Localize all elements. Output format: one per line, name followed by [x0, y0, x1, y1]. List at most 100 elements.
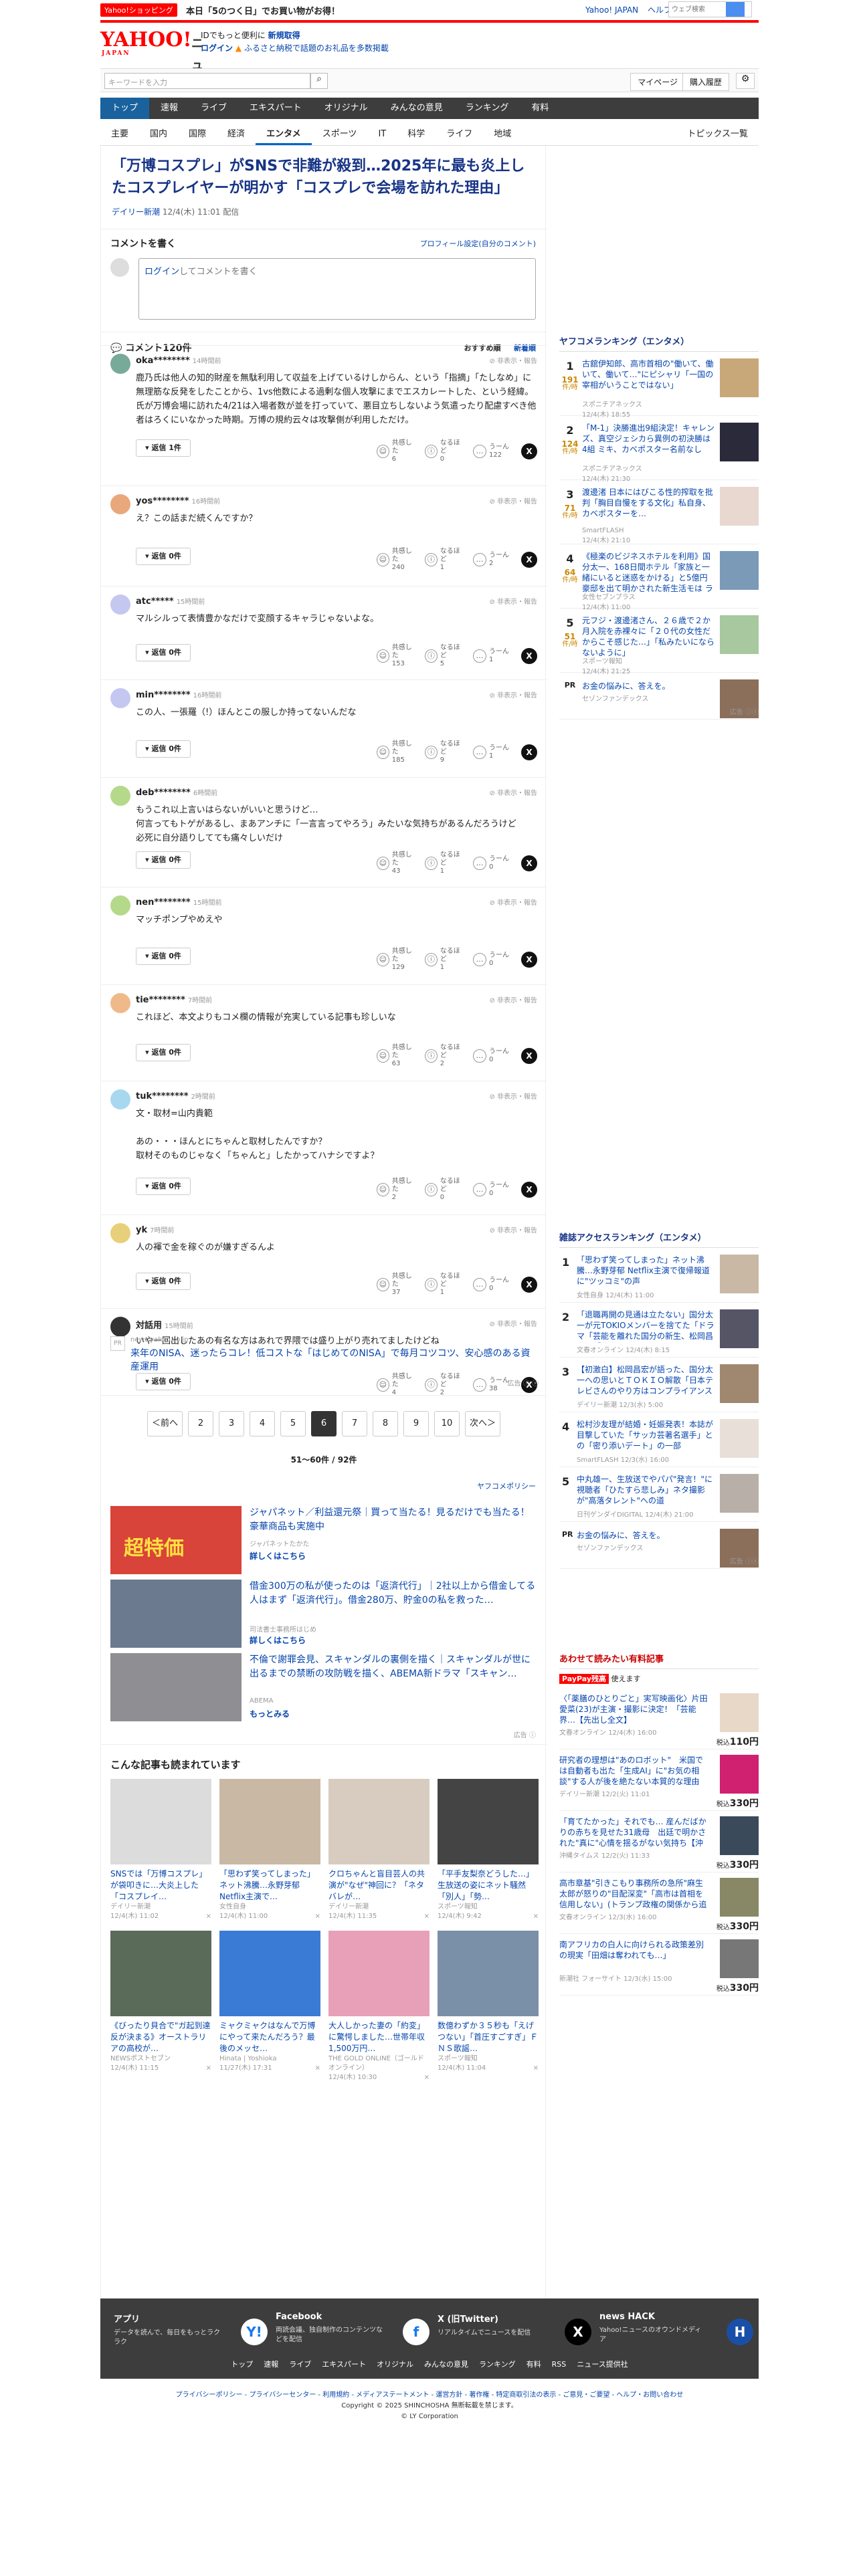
magazine-item[interactable]: 4 松村沙友理が結婚・妊娠発表！本誌が目撃していた「サッカ芸著名選手」との「密り…: [559, 1412, 759, 1467]
news-search-input[interactable]: キーワードを入力: [104, 73, 310, 89]
hide-report-link[interactable]: ⊘ 非表示・報告: [489, 496, 537, 506]
ad-row[interactable]: 不倫で謝罪会見、スキャンダルの裏側を描く｜スキャンダルが世に出るまでの禁断の攻防…: [110, 1653, 539, 1721]
article-thumbnail[interactable]: [219, 1931, 320, 2016]
comment-username[interactable]: min******** 16時間前: [136, 689, 221, 700]
article-title[interactable]: 「思わず笑ってしまった」ネット沸騰…永野芽郁 Netflix主演で…: [219, 1868, 320, 1903]
topics-list-link[interactable]: トピックス一覧: [676, 123, 759, 145]
paid-article-thumbnail[interactable]: [720, 1755, 759, 1794]
pr-item[interactable]: PR お金の悩みに、答えを。 セゾンファンデックス 広告 ⓘⓧ: [559, 1522, 759, 1569]
empathy-button[interactable]: ☺ 共感した 2: [377, 1178, 417, 1202]
cat-local[interactable]: 地域: [483, 123, 522, 145]
comment-username[interactable]: atc***** 15時間前: [136, 596, 205, 607]
hmm-button[interactable]: … うーん 1: [473, 744, 513, 760]
empathy-button[interactable]: ☺ 共感した 129: [377, 948, 417, 972]
app-icon[interactable]: Y!: [241, 2319, 268, 2345]
hide-report-link[interactable]: ⊘ 非表示・報告: [489, 689, 537, 700]
page-3[interactable]: 3: [219, 1411, 244, 1436]
recommended-article[interactable]: ミャクミャクはなんで万博にやって来たんだろう？最後のメッセ… Hinata | …: [219, 1931, 320, 2082]
ranking-thumbnail[interactable]: [720, 423, 759, 461]
footer-nav-link[interactable]: トップ: [231, 2360, 253, 2369]
x-share-icon[interactable]: X: [521, 744, 537, 760]
paid-article-item[interactable]: 〈「薬膳のひとりごと」実写映画化〉片田愛菜(23)が主演・撮影に決定！「芸能界……: [559, 1688, 759, 1749]
ad-more-link[interactable]: 詳しくはこちら: [250, 1634, 306, 1646]
gnav-paid[interactable]: 有料: [520, 98, 560, 119]
magazine-title[interactable]: 「思わず笑ってしまった」ネット沸騰…永野芽郁 Netflix主演で復帰報道に"ツ…: [577, 1255, 714, 1288]
shopping-badge[interactable]: Yahoo!ショッピング: [100, 3, 177, 17]
footer-nav-link[interactable]: オリジナル: [377, 2360, 413, 2369]
ad-row[interactable]: 借金300万の私が使ったのは「返済代行」｜2社以上から借金してる人はまず「返済代…: [110, 1580, 539, 1648]
recommended-article[interactable]: 数億わずか３５秒も「えげつない」「首圧すごすぎ」ＦＮＳ歌謡… スポーツ報知 12…: [438, 1931, 539, 2082]
naruhodo-button[interactable]: ⓘ なるほど 1: [425, 1273, 465, 1297]
comment-username[interactable]: oka******** 14時間前: [136, 355, 221, 366]
naruhodo-button[interactable]: ⓘ なるほど 1: [425, 548, 465, 572]
article-thumbnail[interactable]: [219, 1779, 320, 1864]
magazine-thumbnail[interactable]: [720, 1419, 759, 1458]
naruhodo-button[interactable]: ⓘ なるほど 0: [425, 439, 465, 463]
article-title[interactable]: 数億わずか３５秒も「えげつない」「首圧すごすぎ」ＦＮＳ歌謡…: [438, 2020, 539, 2054]
paid-article-thumbnail[interactable]: [720, 1693, 759, 1732]
page-4[interactable]: 4: [250, 1411, 275, 1436]
article-title[interactable]: SNSでは「万博コスプレ」が袋叩きに…大炎上した「コスプレイ…: [110, 1868, 211, 1903]
article-source[interactable]: デイリー新潮: [112, 207, 160, 217]
web-search-input[interactable]: [669, 2, 726, 17]
paid-article-item[interactable]: 高市章基"引きこもり事務所の急所"麻生太郎が怒りの"目配深変"「高市は首相を信用…: [559, 1872, 759, 1934]
recommended-article[interactable]: 「平手友梨奈どうした…」生放送の姿にネット騒然「別人」「勢… スポーツ報知 12…: [438, 1779, 539, 1921]
ranking-item[interactable]: 4 64 件/時 《極楽のビジネスホテルを利用》国分太一、168日間ホテル「家族と…: [559, 544, 759, 611]
article-title[interactable]: 「平手友梨奈どうした…」生放送の姿にネット騒然「別人」「勢…: [438, 1868, 539, 1903]
yahoo-news-logo[interactable]: YAHOO! JAPAN ニュース: [100, 29, 203, 116]
paid-article-item[interactable]: 「育てたかった」それでも… 産んだばかりの赤ちを見せた31歳母 出廷で明かされた…: [559, 1811, 759, 1872]
empathy-button[interactable]: ☺ 共感した 240: [377, 548, 417, 572]
x-icon[interactable]: X: [565, 2319, 591, 2345]
hmm-button[interactable]: … うーん 2: [473, 552, 513, 568]
naruhodo-button[interactable]: ⓘ なるほど 5: [425, 644, 465, 668]
magazine-title[interactable]: 【初激白】松岡昌宏が語った、国分太一への思いとＴＯＫＩＯ解散「日本テレビさんのや…: [577, 1364, 714, 1398]
ranking-thumbnail[interactable]: [720, 615, 759, 654]
naruhodo-button[interactable]: ⓘ なるほど 9: [425, 740, 465, 764]
footer-column[interactable]: アプリ データを読んで、毎日をもっとラクラク Y!: [114, 2312, 268, 2352]
hide-report-link[interactable]: ⊘ 非表示・報告: [489, 1091, 537, 1101]
reply-button[interactable]: ▾ 返信 0件: [136, 1273, 191, 1290]
paid-article-title[interactable]: 研究者の理想は"あのロボット" 米国では自動者も出た「生成AI」に"お気の相談"…: [559, 1755, 710, 1787]
paid-article-title[interactable]: 南アフリカの白人に向けられる政策差別の現実「田畑は奪われても…」: [559, 1939, 710, 1971]
article-title[interactable]: 大人しかった妻の「約変」に驚愕しました…世帯年収1,500万円…: [328, 2020, 430, 2054]
paid-article-item[interactable]: 南アフリカの白人に向けられる政策差別の現実「田畑は奪われても…」 新潮社 フォー…: [559, 1934, 759, 1996]
x-share-icon[interactable]: X: [521, 1182, 537, 1198]
footer-nav-link[interactable]: エキスパート: [322, 2360, 366, 2369]
hmm-button[interactable]: … うーん 0: [473, 952, 513, 968]
ranking-item[interactable]: 5 51 件/時 元フジ・渡邊渚さん、２６歳で２か月入院を赤裸々に「２０代の女性だ…: [559, 609, 759, 675]
reply-button[interactable]: ▾ 返信 0件: [136, 1178, 191, 1195]
hmm-button[interactable]: … うーん 122: [473, 443, 513, 459]
hmm-button[interactable]: … うーん 0: [473, 1277, 513, 1293]
gnav-ranking[interactable]: ランキング: [454, 98, 520, 119]
page-2[interactable]: 2: [188, 1411, 213, 1436]
page-7[interactable]: 7: [342, 1411, 367, 1436]
page-10[interactable]: 10: [434, 1411, 460, 1436]
profile-settings-link[interactable]: プロフィール設定(自分のコメント): [420, 238, 536, 249]
login-link[interactable]: ログイン: [201, 43, 233, 53]
article-thumbnail[interactable]: [328, 1779, 430, 1864]
footer-nav-link[interactable]: RSS: [552, 2360, 567, 2369]
paid-article-thumbnail[interactable]: [720, 1816, 759, 1855]
recommended-article[interactable]: 「思わず笑ってしまった」ネット沸騰…永野芽郁 Netflix主演で… 女性自身 …: [219, 1779, 320, 1921]
hmm-button[interactable]: … うーん 0: [473, 1182, 513, 1198]
hide-report-link[interactable]: ⊘ 非表示・報告: [489, 1318, 537, 1328]
x-share-icon[interactable]: X: [521, 648, 537, 664]
ad-text[interactable]: 来年のNISA、迷ったらコレ！低コストな「はじめてのNISA」で毎月コツコツ、安…: [130, 1347, 532, 1374]
gnav-expert[interactable]: エキスパート: [238, 98, 313, 119]
magazine-item[interactable]: 2 「退職再開の見通は立たない」国分太一が元TOKIOメンバーを捨てた「ドラマ「…: [559, 1303, 759, 1358]
magazine-title[interactable]: 「退職再開の見通は立たない」国分太一が元TOKIOメンバーを捨てた「ドラマ「芸能…: [577, 1309, 714, 1343]
article-thumbnail[interactable]: [110, 1779, 211, 1864]
next-page-button[interactable]: 次へ＞: [465, 1411, 501, 1436]
article-headline[interactable]: 「万博コスプレ」がSNSで非難が殺到…2025年に最も炎上したコスプレイヤーが明…: [112, 155, 533, 199]
facebook-icon[interactable]: f: [403, 2319, 430, 2345]
cat-life[interactable]: ライフ: [436, 123, 483, 145]
naruhodo-button[interactable]: ⓘ なるほど 0: [425, 1178, 465, 1202]
footer-column[interactable]: Facebook 両読会議、独自制作のコンテンツなどを配信 f: [276, 2312, 430, 2352]
x-share-icon[interactable]: X: [521, 552, 537, 568]
inline-ad[interactable]: PR news.yahoo.co.jp 来年のNISA、迷ったらコレ！低コストな…: [110, 1336, 539, 1390]
cat-main[interactable]: 主要: [100, 123, 139, 145]
naruhodo-button[interactable]: ⓘ なるほど 1: [425, 851, 465, 875]
cat-domestic[interactable]: 国内: [139, 123, 178, 145]
comment-username[interactable]: tuk******** 2時間前: [136, 1091, 215, 1101]
magazine-thumbnail[interactable]: [720, 1309, 759, 1348]
